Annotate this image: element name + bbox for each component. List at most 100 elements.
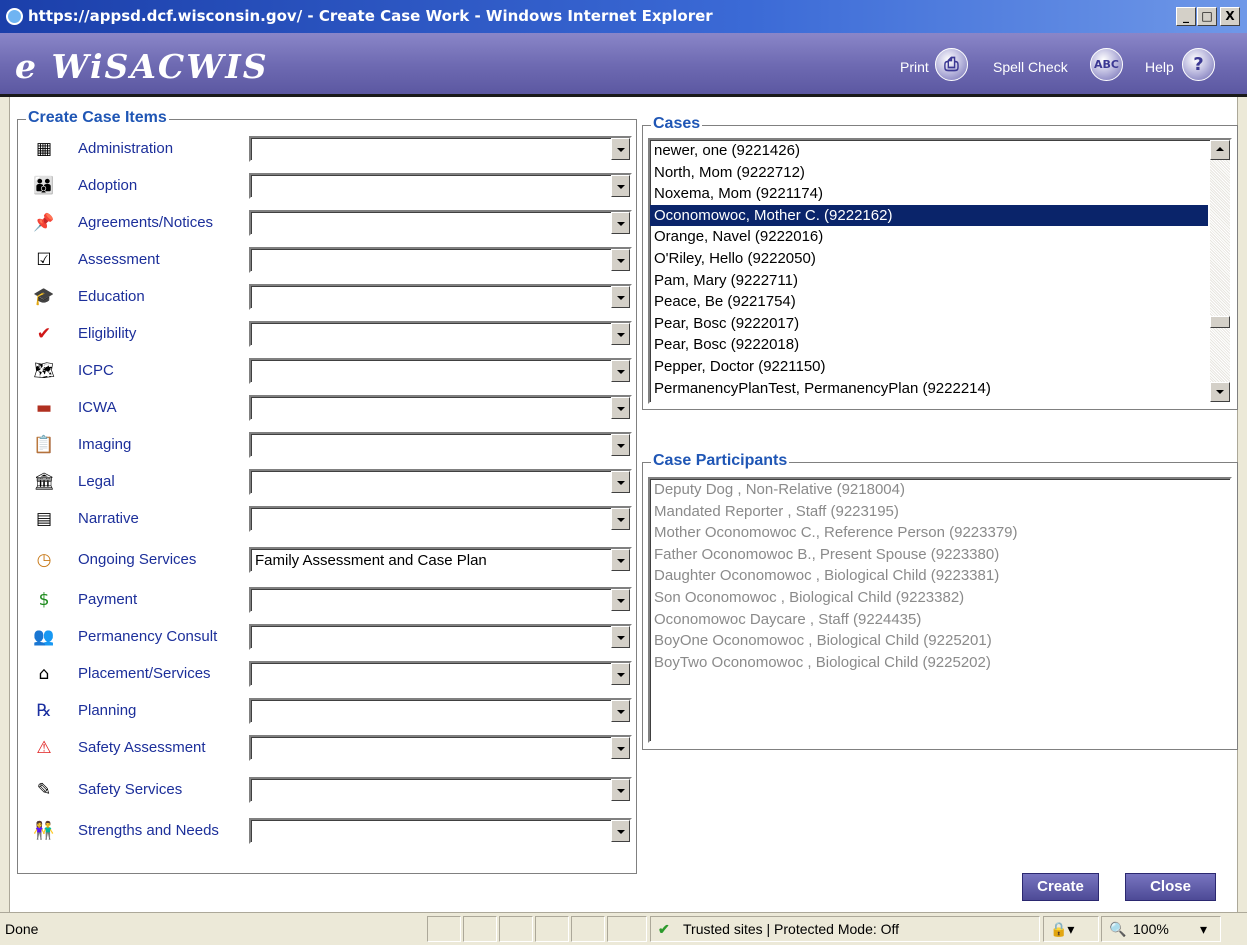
dropdown-arrow-icon[interactable] [611,626,630,648]
help-link[interactable]: Help [1145,59,1174,75]
dropdown-arrow-icon[interactable] [611,212,630,234]
help-icon[interactable]: ? [1182,48,1215,81]
case-list-item[interactable]: North, Mom (9222712) [650,162,1208,184]
cases-scrollbar[interactable] [1210,140,1230,402]
case-item-label: Agreements/Notices [78,214,214,231]
print-link[interactable]: Print [900,59,929,75]
case-item-row: ✎ Safety Services [18,773,638,810]
dropdown-arrow-icon[interactable] [611,360,630,382]
case-list-item[interactable]: Noxema, Mom (9221174) [650,183,1208,205]
trusted-check-icon: ✔ [658,921,670,937]
scroll-down-button[interactable] [1210,382,1230,402]
case-item-select[interactable] [249,469,632,495]
case-list-item[interactable]: Pam, Mary (9222711) [650,270,1208,292]
dropdown-arrow-icon[interactable] [611,175,630,197]
zoom-level[interactable]: 100% [1133,921,1169,937]
case-item-select[interactable]: Family Assessment and Case Plan [249,547,632,573]
window-title-bar[interactable]: https://appsd.dcf.wisconsin.gov/ - Creat… [0,0,1247,33]
scroll-up-button[interactable] [1210,140,1230,160]
spell-check-link[interactable]: Spell Check [993,59,1068,75]
participant-list-item[interactable]: Deputy Dog , Non-Relative (9218004) [650,479,1230,501]
dropdown-arrow-icon[interactable] [611,820,630,842]
scroll-thumb[interactable] [1210,316,1230,328]
case-item-select[interactable] [249,173,632,199]
dropdown-arrow-icon[interactable] [611,286,630,308]
case-item-select[interactable] [249,395,632,421]
cases-items: newer, one (9221426) North, Mom (9222712)… [650,140,1230,399]
case-list-item[interactable]: Oconomowoc, Mother C. (9222162) [650,204,1208,227]
case-item-select[interactable] [249,818,632,844]
dropdown-arrow-icon[interactable] [611,138,630,160]
case-item-label: Assessment [78,251,160,268]
case-item-label: ICWA [78,399,117,416]
dropdown-arrow-icon[interactable] [611,434,630,456]
participant-list-item[interactable]: Oconomowoc Daycare , Staff (9224435) [650,609,1230,631]
case-list-item[interactable]: O'Riley, Hello (9222050) [650,248,1208,270]
dropdown-arrow-icon[interactable] [611,549,630,571]
case-item-select[interactable] [249,284,632,310]
participant-list-item[interactable]: Daughter Oconomowoc , Biological Child (… [650,565,1230,587]
participant-list-item[interactable]: BoyOne Oconomowoc , Biological Child (92… [650,630,1230,652]
case-item-select[interactable] [249,506,632,532]
people-icon: 👥 [33,627,55,647]
case-list-item[interactable]: Pear, Bosc (9222017) [650,313,1208,335]
case-list-item[interactable]: Peace, Be (9221754) [650,291,1208,313]
dropdown-arrow-icon[interactable] [611,323,630,345]
case-list-item[interactable]: Pear, Bosc (9222018) [650,334,1208,356]
case-item-select[interactable] [249,321,632,347]
case-item-label: Safety Assessment [78,739,206,756]
participant-list-item[interactable]: BoyTwo Oconomowoc , Biological Child (92… [650,652,1230,674]
participant-list-item[interactable]: Father Oconomowoc B., Present Spouse (92… [650,544,1230,566]
minimize-button[interactable]: _ [1176,7,1196,26]
dropdown-arrow-icon[interactable] [611,700,630,722]
case-item-select[interactable] [249,698,632,724]
house-icon: ⌂ [38,664,50,684]
printer-icon[interactable]: ⎙ [935,48,968,81]
case-list-item[interactable]: Pepper, Doctor (9221150) [650,356,1208,378]
dropdown-arrow-icon[interactable] [611,397,630,419]
dropdown-arrow-icon[interactable] [611,663,630,685]
case-item-select[interactable] [249,587,632,613]
case-list-item[interactable]: Orange, Navel (9222016) [650,226,1208,248]
participant-list-item[interactable]: Mother Oconomowoc C., Reference Person (… [650,522,1230,544]
case-item-select-value: Family Assessment and Case Plan [255,552,487,569]
case-item-select[interactable] [249,735,632,761]
case-item-select[interactable] [249,777,632,803]
zoom-dropdown-icon[interactable]: ▾ [1200,921,1207,938]
maximize-button[interactable]: □ [1197,7,1217,26]
dropdown-arrow-icon[interactable] [611,508,630,530]
create-button[interactable]: Create [1022,873,1099,901]
participant-list-item[interactable]: Son Oconomowoc , Biological Child (92233… [650,587,1230,609]
case-item-select[interactable] [249,624,632,650]
case-item-select[interactable] [249,210,632,236]
lock-icon[interactable]: 🔒▾ [1050,921,1074,938]
app-header: e WiSACWIS Print ⎙ Spell Check ABC Help … [0,33,1247,97]
case-list-item[interactable]: newer, one (9221426) [650,140,1208,162]
case-item-select[interactable] [249,432,632,458]
case-participants-legend: Case Participants [651,452,790,470]
dropdown-arrow-icon[interactable] [611,589,630,611]
case-item-select[interactable] [249,661,632,687]
flag-icon: ▬ [35,398,53,418]
case-participants-listbox[interactable]: Deputy Dog , Non-Relative (9218004) Manda… [648,477,1232,743]
zoom-icon[interactable]: 🔍 [1109,921,1126,938]
case-list-item[interactable]: PermanencyPlanTest, PermanencyPlan (9222… [650,378,1208,400]
dropdown-arrow-icon[interactable] [611,249,630,271]
dropdown-arrow-icon[interactable] [611,779,630,801]
clipboard-icon: 📋 [33,435,55,455]
participant-list-item[interactable]: Mandated Reporter , Staff (9223195) [650,501,1230,523]
cases-listbox[interactable]: newer, one (9221426) North, Mom (9222712)… [648,138,1232,404]
dropdown-arrow-icon[interactable] [611,737,630,759]
security-zone-text[interactable]: Trusted sites | Protected Mode: Off [683,921,899,937]
create-case-items-legend: Create Case Items [26,109,169,127]
case-item-row: $ Payment [18,583,638,620]
case-item-label: Eligibility [78,325,137,342]
close-button[interactable]: Close [1125,873,1216,901]
close-window-button[interactable]: X [1220,7,1240,26]
case-item-select[interactable] [249,136,632,162]
case-item-select[interactable] [249,358,632,384]
dropdown-arrow-icon[interactable] [611,471,630,493]
case-item-select[interactable] [249,247,632,273]
cases-group: Cases newer, one (9221426) North, Mom (92… [642,115,1238,410]
spell-check-icon[interactable]: ABC [1090,48,1123,81]
